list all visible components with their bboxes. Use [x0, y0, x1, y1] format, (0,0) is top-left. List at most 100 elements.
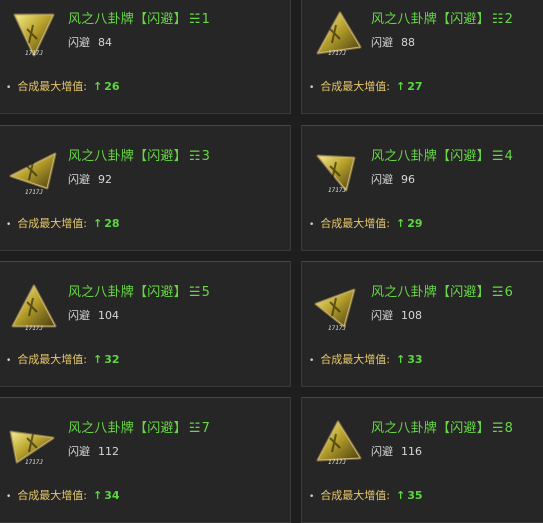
item-card-8[interactable]: 1717J 风之八卦牌【闪避】 ☴8 闪避 116 • 合成最大增值: ↑ 35 — [301, 397, 543, 523]
item-name: 风之八卦牌【闪避】 ☶3 — [68, 145, 210, 164]
up-arrow-icon: ↑ — [93, 217, 103, 230]
bonus-label: 合成最大增值: — [17, 80, 88, 93]
stat-value: 88 — [401, 36, 415, 49]
trigram-symbol: ☵ — [188, 12, 201, 27]
item-card-5[interactable]: 1717J 风之八卦牌【闪避】 ☱5 闪避 104 • 合成最大增值: ↑ 32 — [0, 261, 291, 387]
bonus-line: • 合成最大增值: ↑ 33 — [309, 351, 423, 367]
item-card-7[interactable]: 1717J 风之八卦牌【闪避】 ☳7 闪避 112 • 合成最大增值: ↑ 34 — [0, 397, 291, 523]
item-card-4[interactable]: 1717J 风之八卦牌【闪避】 ☰4 闪避 96 • 合成最大增值: ↑ 29 — [301, 125, 543, 251]
item-card-1[interactable]: 1717J 风之八卦牌【闪避】 ☵1 闪避 84 • 合成最大增值: ↑ 26 — [0, 0, 291, 114]
bonus-label: 合成最大增值: — [17, 489, 88, 502]
trigram-token-icon[interactable]: 1717J — [310, 282, 364, 332]
bonus-label: 合成最大增值: — [320, 353, 391, 366]
up-arrow-icon: ↑ — [396, 80, 406, 93]
bonus-value: 32 — [104, 353, 120, 366]
bullet-icon: • — [309, 492, 315, 502]
stat-label: 闪避 — [68, 445, 90, 458]
item-number: 5 — [201, 285, 211, 300]
trigram-symbol: ☷ — [491, 12, 504, 27]
svg-text:1717J: 1717J — [25, 189, 43, 196]
bonus-line: • 合成最大增值: ↑ 34 — [6, 487, 120, 503]
bonus-line: • 合成最大增值: ↑ 26 — [6, 78, 120, 94]
stat-value: 92 — [98, 173, 112, 186]
up-arrow-icon: ↑ — [396, 353, 406, 366]
stat-label: 闪避 — [68, 36, 90, 49]
trigram-token-icon[interactable]: 1717J — [310, 418, 364, 468]
item-name-text: 风之八卦牌【闪避】 — [371, 149, 490, 164]
item-card-3[interactable]: 1717J 风之八卦牌【闪避】 ☶3 闪避 92 • 合成最大增值: ↑ 28 — [0, 125, 291, 251]
bullet-icon: • — [6, 220, 12, 230]
bonus-label: 合成最大增值: — [320, 80, 391, 93]
bonus-label: 合成最大增值: — [17, 217, 88, 230]
trigram-symbol: ☴ — [491, 421, 504, 436]
bonus-label: 合成最大增值: — [320, 489, 391, 502]
item-card-6[interactable]: 1717J 风之八卦牌【闪避】 ☲6 闪避 108 • 合成最大增值: ↑ 33 — [301, 261, 543, 387]
bullet-icon: • — [309, 83, 315, 93]
bonus-label: 合成最大增值: — [320, 217, 391, 230]
up-arrow-icon: ↑ — [93, 80, 103, 93]
item-name-text: 风之八卦牌【闪避】 — [68, 285, 187, 300]
trigram-symbol: ☰ — [491, 149, 504, 164]
trigram-symbol: ☳ — [188, 421, 201, 436]
stat-label: 闪避 — [371, 445, 393, 458]
item-name-text: 风之八卦牌【闪避】 — [68, 12, 187, 27]
item-number: 8 — [504, 421, 514, 436]
stat-label: 闪避 — [68, 309, 90, 322]
bonus-line: • 合成最大增值: ↑ 27 — [309, 78, 423, 94]
stat-line: 闪避 84 — [68, 34, 112, 50]
bullet-icon: • — [6, 356, 12, 366]
stat-label: 闪避 — [68, 173, 90, 186]
stat-value: 84 — [98, 36, 112, 49]
stat-label: 闪避 — [371, 173, 393, 186]
bonus-line: • 合成最大增值: ↑ 28 — [6, 215, 120, 231]
stat-line: 闪避 88 — [371, 34, 415, 50]
svg-text:1717J: 1717J — [25, 50, 43, 57]
bonus-line: • 合成最大增值: ↑ 32 — [6, 351, 120, 367]
item-name: 风之八卦牌【闪避】 ☱5 — [68, 281, 210, 300]
trigram-symbol: ☲ — [491, 285, 504, 300]
stat-line: 闪避 108 — [371, 307, 422, 323]
svg-text:1717J: 1717J — [25, 325, 43, 332]
bonus-value: 27 — [407, 80, 423, 93]
trigram-token-icon[interactable]: 1717J — [7, 9, 61, 59]
bonus-value: 29 — [407, 217, 423, 230]
stat-label: 闪避 — [371, 309, 393, 322]
trigram-token-icon[interactable]: 1717J — [7, 282, 61, 332]
stat-line: 闪避 96 — [371, 171, 415, 187]
bonus-value: 28 — [104, 217, 120, 230]
stat-value: 112 — [98, 445, 119, 458]
bonus-line: • 合成最大增值: ↑ 29 — [309, 215, 423, 231]
trigram-token-icon[interactable]: 1717J — [310, 9, 364, 59]
stat-line: 闪避 92 — [68, 171, 112, 187]
svg-text:1717J: 1717J — [328, 459, 346, 466]
item-number: 2 — [504, 12, 514, 27]
item-number: 4 — [504, 149, 514, 164]
bullet-icon: • — [6, 83, 12, 93]
trigram-token-icon[interactable]: 1717J — [310, 146, 364, 196]
item-name-text: 风之八卦牌【闪避】 — [371, 12, 490, 27]
item-card-2[interactable]: 1717J 风之八卦牌【闪避】 ☷2 闪避 88 • 合成最大增值: ↑ 27 — [301, 0, 543, 114]
stat-line: 闪避 112 — [68, 443, 119, 459]
bonus-label: 合成最大增值: — [17, 353, 88, 366]
bonus-value: 26 — [104, 80, 120, 93]
stat-value: 108 — [401, 309, 422, 322]
stat-line: 闪避 116 — [371, 443, 422, 459]
item-name-text: 风之八卦牌【闪避】 — [68, 421, 187, 436]
trigram-token-icon[interactable]: 1717J — [7, 146, 61, 196]
svg-text:1717J: 1717J — [25, 459, 43, 466]
bonus-value: 33 — [407, 353, 423, 366]
stat-value: 104 — [98, 309, 119, 322]
item-name: 风之八卦牌【闪避】 ☷2 — [371, 8, 513, 27]
item-name: 风之八卦牌【闪避】 ☲6 — [371, 281, 513, 300]
trigram-token-icon[interactable]: 1717J — [7, 418, 61, 468]
bonus-value: 35 — [407, 489, 423, 502]
stat-label: 闪避 — [371, 36, 393, 49]
trigram-symbol: ☶ — [188, 149, 201, 164]
item-number: 1 — [201, 12, 211, 27]
item-name-text: 风之八卦牌【闪避】 — [371, 285, 490, 300]
bullet-icon: • — [309, 356, 315, 366]
bullet-icon: • — [6, 492, 12, 502]
item-number: 3 — [201, 149, 211, 164]
trigram-symbol: ☱ — [188, 285, 201, 300]
up-arrow-icon: ↑ — [93, 489, 103, 502]
